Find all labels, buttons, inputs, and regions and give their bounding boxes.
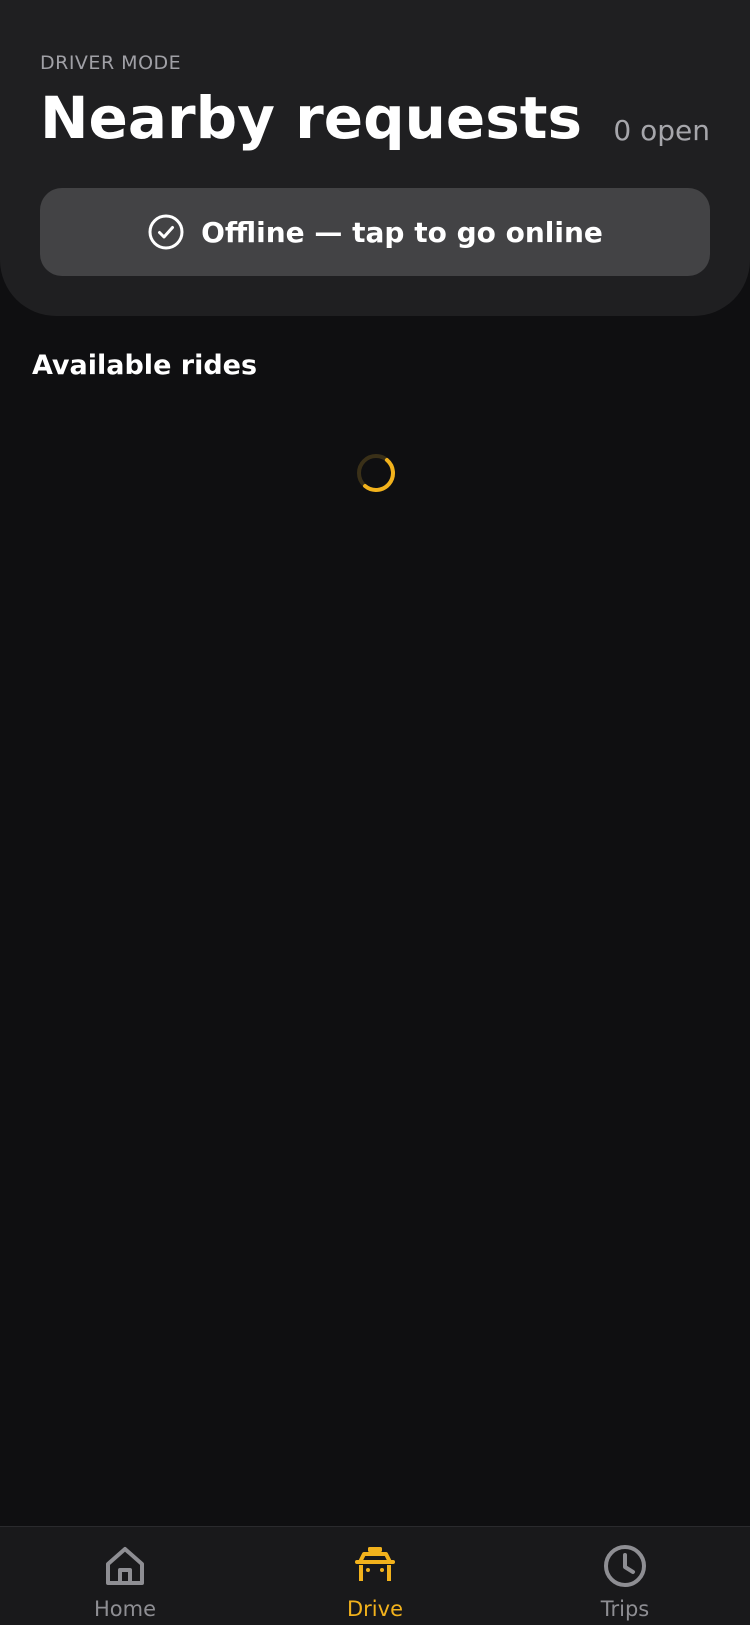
tab-trips-label: Trips <box>600 1597 650 1621</box>
bottom-tab-bar: Home Drive Trips <box>0 1526 750 1625</box>
tab-trips[interactable]: Trips <box>550 1527 700 1625</box>
header: DRIVER MODE Nearby requests 0 open Offli… <box>0 0 750 316</box>
loading-spinner <box>355 452 397 494</box>
go-online-button[interactable]: Offline — tap to go online <box>40 188 710 276</box>
section-title: Available rides <box>32 350 258 381</box>
page-title: Nearby requests <box>40 84 582 152</box>
tab-drive[interactable]: Drive <box>300 1527 450 1625</box>
mode-label: DRIVER MODE <box>40 52 182 74</box>
car-icon <box>352 1543 398 1589</box>
home-icon <box>102 1543 148 1589</box>
go-online-label: Offline — tap to go online <box>201 215 603 249</box>
tab-home-label: Home <box>93 1597 156 1621</box>
clock-icon <box>602 1543 648 1589</box>
tab-home[interactable]: Home <box>50 1527 200 1625</box>
tab-drive-label: Drive <box>347 1597 403 1621</box>
check-circle-icon <box>147 213 185 251</box>
open-count: 0 open <box>613 114 710 147</box>
